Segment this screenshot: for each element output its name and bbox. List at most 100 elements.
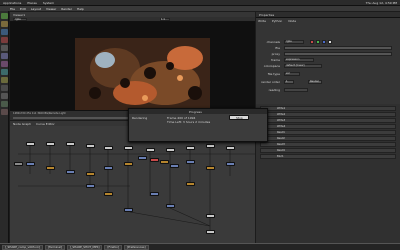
collapsed-properties-list: Write1 Write2 Write3 Write4 Read1 Read2 …: [256, 104, 400, 243]
read-node[interactable]: [66, 142, 75, 146]
merge-node[interactable]: [166, 204, 175, 208]
node-graph[interactable]: [10, 126, 255, 243]
merge-node[interactable]: [124, 208, 133, 212]
merge-node[interactable]: [26, 162, 35, 166]
taskbar-item[interactable]: [_SHARE_comp_v003.nk]: [2, 244, 43, 250]
color-tool-icon[interactable]: [1, 45, 8, 51]
merge-node[interactable]: [226, 162, 235, 166]
read-node[interactable]: [206, 144, 215, 148]
tab-write[interactable]: Write: [258, 19, 266, 23]
field-label: colorspace: [263, 64, 280, 68]
taskbar-item-label: [Terminal]: [47, 245, 62, 249]
taskbar-item[interactable]: [Preferences]: [123, 244, 149, 250]
3d-tool-icon[interactable]: [1, 85, 8, 91]
blue-channel-checkbox[interactable]: [322, 40, 326, 44]
metadata-tool-icon[interactable]: [1, 101, 8, 107]
draw-tool-icon[interactable]: [1, 21, 8, 27]
file-input[interactable]: [284, 46, 392, 50]
tab-python[interactable]: Python: [272, 19, 282, 23]
taskbar-item[interactable]: [_SHARE_SHOT_MPS]: [66, 244, 103, 250]
other-tool-icon[interactable]: [1, 109, 8, 115]
collapsed-panel[interactable]: Write4: [260, 124, 396, 129]
grade-node[interactable]: [160, 160, 169, 164]
merge-node[interactable]: [150, 192, 159, 196]
grade-node[interactable]: [124, 162, 133, 166]
merge-tool-icon[interactable]: [1, 69, 8, 75]
read-node[interactable]: [46, 142, 55, 146]
read-node[interactable]: [104, 146, 113, 150]
stop-button-label: Stop: [236, 116, 243, 120]
panel-name: Read3: [277, 143, 285, 146]
keyer-tool-icon[interactable]: [1, 61, 8, 67]
field-value: exr: [286, 72, 291, 75]
taskbar-item-label: [_SHARE_SHOT_MPS]: [69, 245, 100, 249]
channel-tool-icon[interactable]: [1, 37, 8, 43]
collapsed-panel[interactable]: Read2: [260, 136, 396, 141]
dot-node[interactable]: [14, 162, 23, 166]
merge-node[interactable]: [104, 166, 113, 170]
menu-viewer[interactable]: Viewer: [46, 7, 56, 11]
places-menu[interactable]: Places: [27, 1, 37, 5]
transform-tool-icon[interactable]: [1, 77, 8, 83]
merge-node[interactable]: [170, 164, 179, 168]
merge-node[interactable]: [86, 184, 95, 188]
write-properties: channels rgba file proxy frame expressio…: [256, 40, 400, 100]
collapsed-panel[interactable]: Write2: [260, 112, 396, 117]
read-node[interactable]: [186, 146, 195, 150]
applications-menu[interactable]: Applications: [3, 1, 21, 5]
alpha-channel-checkbox[interactable]: [328, 40, 332, 44]
render-button-label: Render: [310, 80, 319, 83]
merge-node[interactable]: [66, 170, 75, 174]
system-menu[interactable]: System: [43, 1, 54, 5]
read-node[interactable]: [146, 148, 155, 152]
grade-node[interactable]: [206, 166, 215, 170]
filter-tool-icon[interactable]: [1, 53, 8, 59]
tab-node[interactable]: Node: [288, 19, 296, 23]
merge-node[interactable]: [138, 156, 147, 160]
field-label: reading: [268, 88, 280, 92]
collapsed-panel[interactable]: Blur1: [260, 154, 396, 159]
image-tool-icon[interactable]: [1, 13, 8, 19]
time-tool-icon[interactable]: [1, 29, 8, 35]
merge-node[interactable]: [186, 160, 195, 164]
views-tool-icon[interactable]: [1, 93, 8, 99]
field-label: file type: [267, 72, 280, 76]
grade-node[interactable]: [86, 172, 95, 176]
grade-node[interactable]: [46, 166, 55, 170]
read-node[interactable]: [124, 146, 133, 150]
collapsed-panel[interactable]: Read4: [260, 148, 396, 153]
read-node[interactable]: [166, 148, 175, 152]
viewer-image: [75, 38, 210, 111]
write-node[interactable]: [206, 214, 215, 218]
menu-layout[interactable]: Layout: [31, 7, 41, 11]
menu-edit[interactable]: Edit: [20, 7, 26, 11]
collapsed-panel[interactable]: Write3: [260, 118, 396, 123]
read-node[interactable]: [26, 142, 35, 146]
rendering-label: Rendering: [132, 116, 148, 120]
menu-file[interactable]: File: [10, 7, 15, 11]
field-label: file: [275, 46, 280, 50]
red-channel-checkbox[interactable]: [310, 40, 314, 44]
green-channel-checkbox[interactable]: [316, 40, 320, 44]
grade-node[interactable]: [186, 182, 195, 186]
field-value: rgba: [286, 40, 292, 43]
taskbar-item[interactable]: [Terminal]: [44, 244, 65, 250]
viewer-node[interactable]: [206, 230, 215, 234]
panel-name: Write3: [277, 119, 286, 122]
field-label: channels: [266, 40, 280, 44]
reading-dropdown[interactable]: [284, 88, 308, 92]
zoom-value: 1:1: [161, 18, 166, 21]
blur-node[interactable]: [150, 158, 159, 162]
grade-node[interactable]: [104, 192, 113, 196]
read-node[interactable]: [226, 146, 235, 150]
read-node[interactable]: [86, 144, 95, 148]
collapsed-panel[interactable]: Read1: [260, 130, 396, 135]
collapsed-panel[interactable]: Read3: [260, 142, 396, 147]
time-left-text: Time Left: 3 hours 2 minutes: [167, 120, 211, 124]
menu-render[interactable]: Render: [61, 7, 72, 11]
collapsed-panel[interactable]: Write1: [260, 106, 396, 111]
menu-help[interactable]: Help: [77, 7, 84, 11]
taskbar-item[interactable]: [Firefox]: [104, 244, 122, 250]
stop-button[interactable]: Stop: [229, 115, 249, 120]
proxy-input[interactable]: [284, 52, 392, 56]
